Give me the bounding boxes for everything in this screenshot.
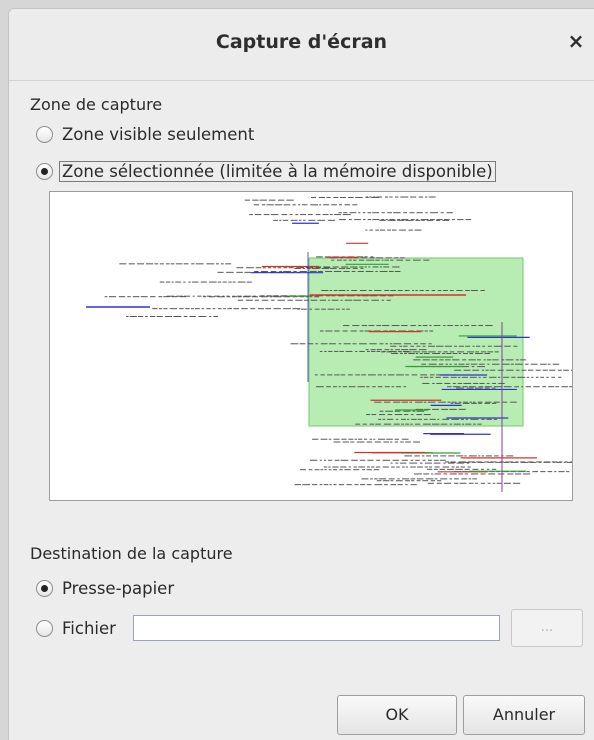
radio-selected-zone-label: Zone sélectionnée (limitée à la mémoire … xyxy=(59,160,496,182)
browse-button[interactable]: ... xyxy=(511,609,583,647)
radio-file-label: Fichier xyxy=(62,618,116,638)
radio-selected-zone-button[interactable] xyxy=(36,162,53,180)
title-bar[interactable]: Capture d'écran × xyxy=(9,9,594,81)
radio-clipboard-label: Presse-papier xyxy=(62,578,175,598)
close-icon[interactable]: × xyxy=(564,29,588,53)
dialog-title: Capture d'écran xyxy=(215,31,388,53)
radio-visible-zone-button[interactable] xyxy=(36,125,53,143)
radio-clipboard-button[interactable] xyxy=(36,579,53,597)
radio-file[interactable]: Fichier xyxy=(36,616,116,640)
radio-visible-zone[interactable]: Zone visible seulement xyxy=(36,122,254,146)
capture-zone-label: Zone de capture xyxy=(30,95,163,114)
capture-preview[interactable] xyxy=(49,191,573,501)
destination-label: Destination de la capture xyxy=(30,544,233,563)
radio-clipboard[interactable]: Presse-papier xyxy=(36,576,174,600)
radio-visible-zone-label: Zone visible seulement xyxy=(62,124,255,144)
file-path-input[interactable] xyxy=(133,615,500,641)
capture-dialog: Capture d'écran × Zone de capture Zone v… xyxy=(8,8,594,740)
radio-file-button[interactable] xyxy=(36,619,53,637)
ok-button[interactable]: OK xyxy=(337,695,457,735)
cancel-button[interactable]: Annuler xyxy=(463,695,585,735)
mindmap-thumbnail-icon xyxy=(86,196,572,492)
radio-selected-zone[interactable]: Zone sélectionnée (limitée à la mémoire … xyxy=(36,159,496,183)
